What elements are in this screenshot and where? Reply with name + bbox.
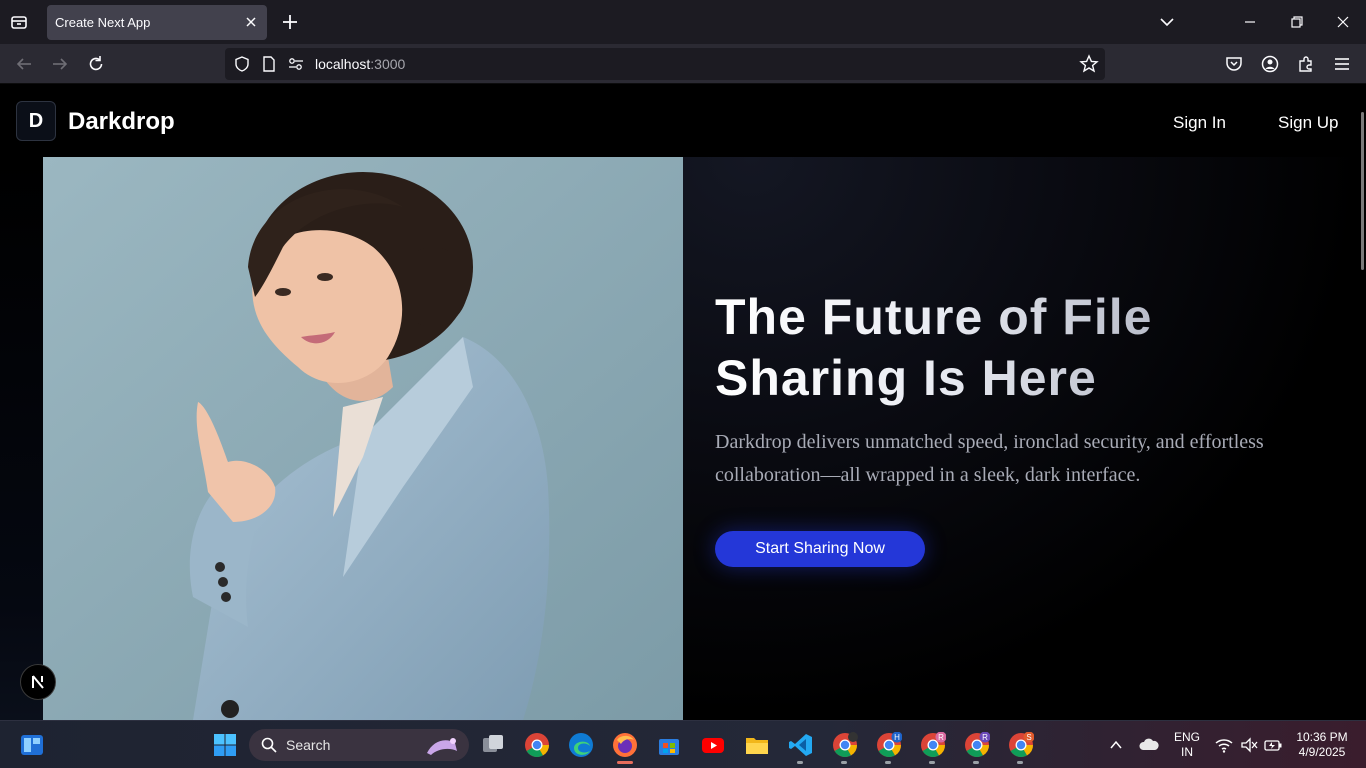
nextjs-logo-icon <box>32 675 44 689</box>
site-logo[interactable]: D <box>16 101 56 141</box>
page-scrollbar[interactable] <box>1361 112 1364 270</box>
headline-line-1: The Future of File <box>715 289 1153 345</box>
browser-tab[interactable]: Create Next App <box>47 5 267 40</box>
chrome-running-indicator-4 <box>973 761 979 764</box>
clock-time: 10:36 PM <box>1296 730 1348 744</box>
hero-subtitle: Darkdrop delivers unmatched speed, ironc… <box>715 431 1264 486</box>
firefox-icon[interactable] <box>611 731 639 759</box>
clock[interactable]: 10:36 PM 4/9/2025 <box>1290 730 1354 760</box>
chrome-icon[interactable] <box>523 731 551 759</box>
language-code: ENG <box>1173 730 1200 744</box>
chevron-up-icon[interactable] <box>1109 738 1123 752</box>
sign-in-link[interactable]: Sign In <box>1173 113 1226 133</box>
pocket-icon[interactable] <box>1224 54 1244 74</box>
start-sharing-button[interactable]: Start Sharing Now <box>715 531 925 567</box>
chrome-profile-icon[interactable] <box>831 731 859 759</box>
profile-badge-r2: R <box>982 733 988 742</box>
tab-title: Create Next App <box>55 15 151 30</box>
account-icon[interactable] <box>1260 54 1280 74</box>
chrome-profile-s-icon[interactable]: S <box>1007 731 1035 759</box>
close-window-icon[interactable] <box>1333 12 1353 32</box>
language-region: IN <box>1181 745 1193 759</box>
permissions-icon[interactable] <box>287 56 305 72</box>
search-icon <box>261 737 277 753</box>
chevron-down-icon[interactable] <box>1157 12 1177 32</box>
browser-tab-bar: Create Next App <box>0 0 1366 44</box>
task-view-icon[interactable] <box>479 731 507 759</box>
widgets-icon[interactable] <box>18 731 46 759</box>
site-header: D Darkdrop Sign In Sign Up <box>0 84 1366 270</box>
minimize-icon[interactable] <box>1240 12 1260 32</box>
url-bar[interactable]: localhost:3000 <box>225 48 1105 80</box>
extensions-icon[interactable] <box>1296 54 1316 74</box>
chrome-profile-r2-icon[interactable]: R <box>963 731 991 759</box>
hero-image <box>43 157 683 720</box>
wifi-icon[interactable] <box>1215 737 1233 753</box>
search-label: Search <box>286 737 331 753</box>
vscode-running-indicator <box>797 761 803 764</box>
brand-name[interactable]: Darkdrop <box>68 108 175 136</box>
profile-badge-s: S <box>1026 733 1031 742</box>
battery-icon[interactable] <box>1264 737 1282 753</box>
browser-nav-bar: localhost:3000 <box>0 44 1366 84</box>
logo-letter: D <box>28 109 44 132</box>
start-menu-icon[interactable] <box>211 731 239 759</box>
taskbar: Search H R R S ENG IN 10:36 PM 4/9/2025 <box>0 720 1366 768</box>
reload-icon[interactable] <box>86 54 106 74</box>
url-port: :3000 <box>370 56 406 72</box>
hero-headline: The Future of File Sharing Is Here <box>715 287 1275 409</box>
youtube-icon[interactable] <box>699 731 727 759</box>
restore-icon[interactable] <box>1287 12 1307 32</box>
sign-up-link[interactable]: Sign Up <box>1278 113 1338 133</box>
nextjs-dev-badge[interactable] <box>20 664 56 700</box>
chrome-running-indicator-3 <box>929 761 935 764</box>
clock-date: 4/9/2025 <box>1298 745 1346 759</box>
chrome-running-indicator-1 <box>841 761 847 764</box>
back-icon[interactable] <box>14 54 34 74</box>
forward-icon[interactable] <box>50 54 70 74</box>
profile-badge-r1: R <box>938 733 944 742</box>
chrome-profile-r-icon[interactable]: R <box>919 731 947 759</box>
chrome-running-indicator-5 <box>1017 761 1023 764</box>
left-gutter <box>0 157 43 720</box>
volume-muted-icon[interactable] <box>1240 737 1258 753</box>
tab-list-icon[interactable] <box>10 13 28 31</box>
page-icon[interactable] <box>261 55 277 73</box>
search-highlight-icon <box>427 738 457 755</box>
new-tab-icon[interactable] <box>281 13 299 31</box>
bookmark-star-icon[interactable] <box>1079 54 1099 74</box>
chrome-profile-h-icon[interactable]: H <box>875 731 903 759</box>
page-viewport: D Darkdrop Sign In Sign Up The Future of… <box>0 84 1366 720</box>
microsoft-store-icon[interactable] <box>655 731 683 759</box>
menu-icon[interactable] <box>1332 54 1352 74</box>
url-text[interactable]: localhost:3000 <box>315 56 405 72</box>
taskbar-search[interactable]: Search <box>249 729 469 761</box>
shield-icon[interactable] <box>233 55 251 73</box>
headline-line-2: Sharing Is Here <box>715 350 1097 406</box>
file-explorer-icon[interactable] <box>743 731 771 759</box>
url-host: localhost <box>315 56 371 72</box>
firefox-active-indicator <box>617 761 633 764</box>
onedrive-cloud-icon[interactable] <box>1139 737 1159 751</box>
language-indicator[interactable]: ENG IN <box>1172 730 1202 760</box>
profile-badge-h: H <box>894 733 900 742</box>
vscode-icon[interactable] <box>787 731 815 759</box>
chrome-running-indicator-2 <box>885 761 891 764</box>
close-tab-icon[interactable] <box>243 14 259 30</box>
edge-icon[interactable] <box>567 731 595 759</box>
